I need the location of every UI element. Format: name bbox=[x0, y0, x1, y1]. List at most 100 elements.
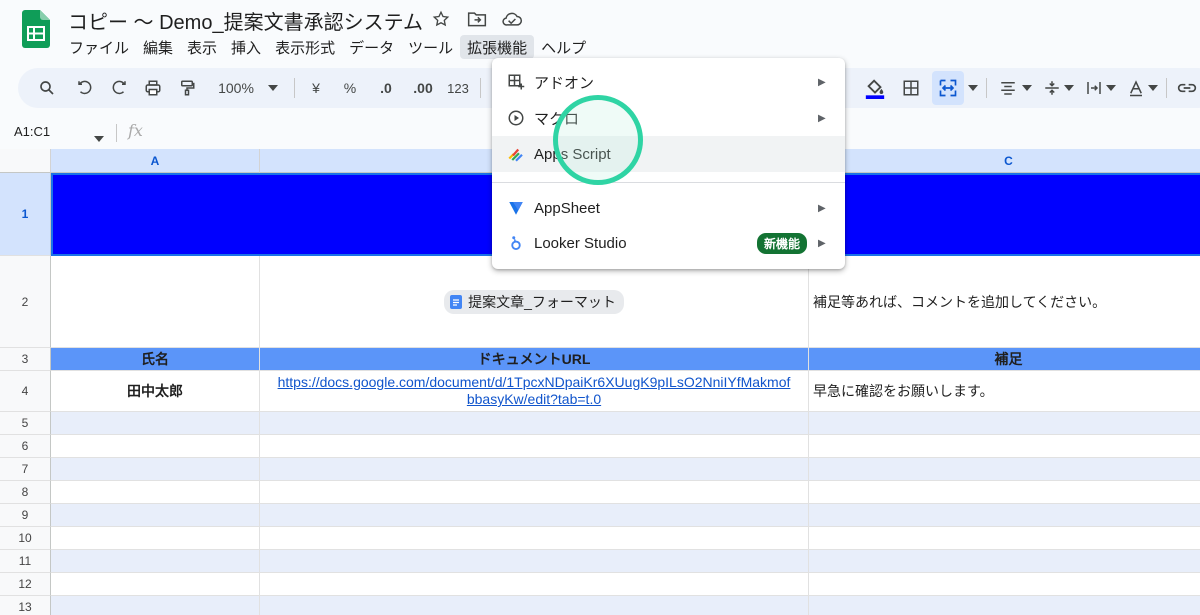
row-header[interactable]: 12 bbox=[0, 573, 51, 596]
table-row[interactable] bbox=[260, 412, 809, 435]
doc-smart-chip[interactable]: 提案文章_フォーマット bbox=[444, 289, 624, 314]
undo-icon[interactable] bbox=[70, 68, 100, 108]
document-title[interactable]: コピー 〜 Demo_提案文書承認システム bbox=[68, 6, 423, 35]
table-row[interactable] bbox=[51, 504, 260, 527]
column-header-c[interactable]: C bbox=[809, 149, 1200, 173]
menu-data[interactable]: データ bbox=[342, 35, 401, 59]
table-row[interactable] bbox=[51, 412, 260, 435]
star-icon[interactable] bbox=[430, 8, 452, 30]
menu-tools[interactable]: ツール bbox=[401, 35, 460, 59]
cell-b2[interactable]: 提案文章_フォーマット bbox=[260, 256, 809, 348]
table-row[interactable] bbox=[809, 435, 1200, 458]
row-header[interactable]: 10 bbox=[0, 527, 51, 550]
table-row[interactable] bbox=[809, 504, 1200, 527]
name-box-chevron-down-icon[interactable] bbox=[94, 129, 104, 147]
table-row[interactable] bbox=[809, 596, 1200, 615]
table-row[interactable] bbox=[809, 550, 1200, 573]
looker-studio-icon bbox=[506, 233, 526, 253]
table-row[interactable] bbox=[260, 550, 809, 573]
merge-chevron-down-icon[interactable] bbox=[966, 68, 980, 108]
cell-a3[interactable]: 氏名 bbox=[51, 348, 260, 371]
align-chevron-down-icon[interactable] bbox=[1020, 68, 1034, 108]
submenu-arrow-icon: ▶ bbox=[818, 202, 826, 214]
cell-a4[interactable]: 田中太郎 bbox=[51, 371, 260, 412]
paint-format-icon[interactable] bbox=[172, 68, 202, 108]
table-row[interactable] bbox=[51, 550, 260, 573]
table-row[interactable] bbox=[809, 527, 1200, 550]
move-folder-icon[interactable] bbox=[466, 8, 488, 30]
cell-a2[interactable] bbox=[51, 256, 260, 348]
table-row[interactable] bbox=[260, 573, 809, 596]
cell-b3[interactable]: ドキュメントURL bbox=[260, 348, 809, 371]
table-row[interactable] bbox=[809, 412, 1200, 435]
horizontal-align-icon[interactable] bbox=[994, 68, 1022, 108]
table-row[interactable] bbox=[51, 573, 260, 596]
rotation-chevron-down-icon[interactable] bbox=[1146, 68, 1160, 108]
merge-cells-icon[interactable] bbox=[932, 71, 964, 105]
row-header[interactable]: 13 bbox=[0, 596, 51, 615]
table-row[interactable] bbox=[260, 527, 809, 550]
cell-c2[interactable]: 補足等あれば、コメントを追加してください。 bbox=[809, 256, 1200, 348]
row-header[interactable]: 6 bbox=[0, 435, 51, 458]
menu-item-addons[interactable]: アドオン ▶ bbox=[492, 64, 845, 100]
row-header[interactable]: 3 bbox=[0, 348, 51, 371]
menu-help[interactable]: ヘルプ bbox=[534, 35, 593, 59]
row-header[interactable]: 9 bbox=[0, 504, 51, 527]
number-format-button[interactable]: 123 bbox=[442, 68, 474, 108]
cell-b4[interactable]: https://docs.google.com/document/d/1Tpcx… bbox=[260, 371, 809, 412]
row-header[interactable]: 4 bbox=[0, 371, 51, 412]
document-url-link[interactable]: https://docs.google.com/document/d/1Tpcx… bbox=[278, 374, 791, 391]
document-url-link-cont[interactable]: bbasyKw/edit?tab=t.0 bbox=[467, 391, 601, 408]
table-row[interactable] bbox=[51, 458, 260, 481]
zoom-chevron-down-icon[interactable] bbox=[266, 68, 280, 108]
select-all-corner[interactable] bbox=[0, 149, 51, 173]
menu-file[interactable]: ファイル bbox=[62, 35, 136, 59]
row-header[interactable]: 2 bbox=[0, 256, 51, 348]
column-header-a[interactable]: A bbox=[51, 149, 260, 173]
percent-format-button[interactable]: % bbox=[338, 68, 362, 108]
menu-item-apps-script[interactable]: Apps Script bbox=[492, 136, 845, 172]
table-row[interactable] bbox=[51, 481, 260, 504]
table-row[interactable] bbox=[260, 596, 809, 615]
table-row[interactable] bbox=[809, 481, 1200, 504]
menu-extensions[interactable]: 拡張機能 bbox=[460, 35, 535, 59]
table-row[interactable] bbox=[809, 458, 1200, 481]
increase-decimal-button[interactable]: .00 bbox=[406, 68, 440, 108]
row-header[interactable]: 8 bbox=[0, 481, 51, 504]
menu-view[interactable]: 表示 bbox=[180, 35, 224, 59]
table-row[interactable] bbox=[51, 596, 260, 615]
fill-color-icon[interactable] bbox=[860, 68, 890, 108]
table-row[interactable] bbox=[260, 504, 809, 527]
table-row[interactable] bbox=[260, 458, 809, 481]
valign-chevron-down-icon[interactable] bbox=[1062, 68, 1076, 108]
decrease-decimal-button[interactable]: .0 bbox=[371, 68, 401, 108]
search-menus-icon[interactable] bbox=[32, 68, 62, 108]
table-row[interactable] bbox=[51, 435, 260, 458]
menu-item-macros[interactable]: マクロ ▶ bbox=[492, 100, 845, 136]
table-row[interactable] bbox=[809, 573, 1200, 596]
row-header[interactable]: 1 bbox=[0, 173, 51, 256]
borders-icon[interactable] bbox=[896, 68, 926, 108]
cloud-saved-icon[interactable] bbox=[501, 8, 523, 30]
row-header[interactable]: 5 bbox=[0, 412, 51, 435]
sheets-logo-icon[interactable] bbox=[22, 10, 50, 48]
row-header[interactable]: 7 bbox=[0, 458, 51, 481]
cell-c4[interactable]: 早急に確認をお願いします。 bbox=[809, 371, 1200, 412]
cell-c3[interactable]: 補足 bbox=[809, 348, 1200, 371]
redo-icon[interactable] bbox=[104, 68, 134, 108]
zoom-select[interactable]: 100% bbox=[211, 68, 261, 108]
table-row[interactable] bbox=[51, 527, 260, 550]
table-row[interactable] bbox=[260, 481, 809, 504]
wrap-chevron-down-icon[interactable] bbox=[1104, 68, 1118, 108]
currency-format-button[interactable]: ¥ bbox=[304, 68, 328, 108]
print-icon[interactable] bbox=[138, 68, 168, 108]
menu-edit[interactable]: 編集 bbox=[136, 35, 180, 59]
menu-item-looker-studio[interactable]: Looker Studio 新機能 ▶ bbox=[492, 225, 845, 261]
name-box[interactable]: A1:C1 bbox=[14, 124, 50, 139]
menu-insert[interactable]: 挿入 bbox=[224, 35, 268, 59]
menu-format[interactable]: 表示形式 bbox=[268, 35, 342, 59]
row-header[interactable]: 11 bbox=[0, 550, 51, 573]
menu-item-appsheet[interactable]: AppSheet ▶ bbox=[492, 190, 845, 226]
table-row[interactable] bbox=[260, 435, 809, 458]
insert-link-icon[interactable] bbox=[1174, 68, 1200, 108]
